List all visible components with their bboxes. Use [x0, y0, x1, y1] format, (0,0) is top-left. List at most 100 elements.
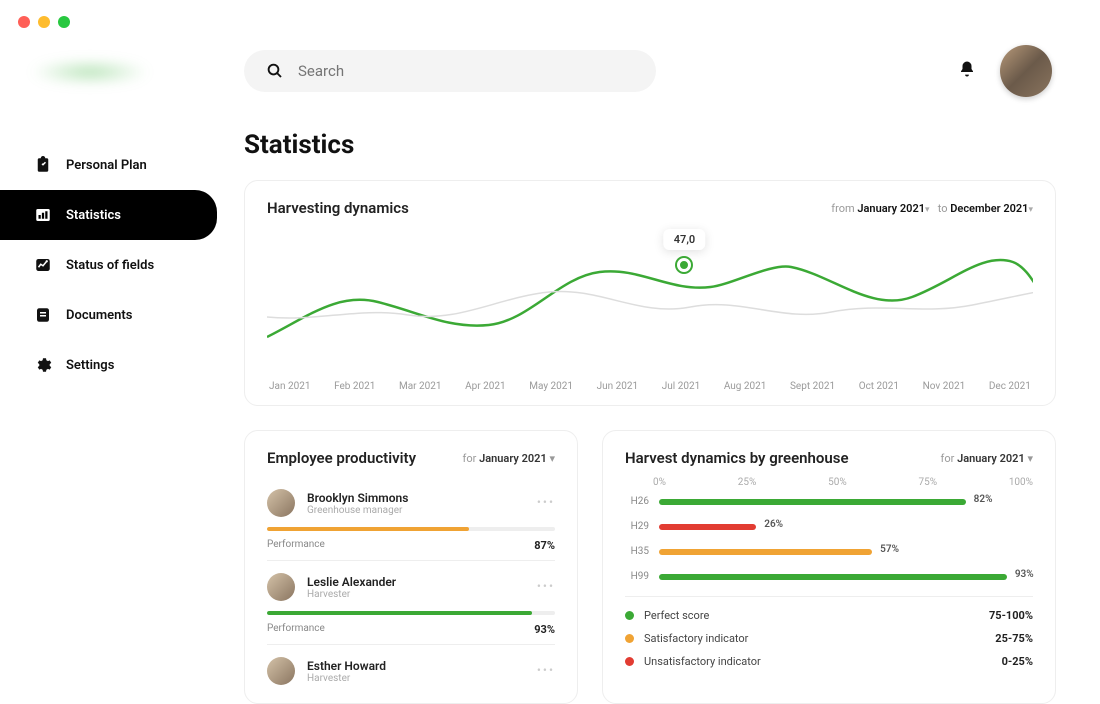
- performance-value: 93%: [534, 623, 555, 636]
- page-title: Statistics: [244, 130, 1056, 160]
- greenhouse-row: H26 82%: [625, 496, 1033, 507]
- card-title: Harvesting dynamics: [267, 199, 409, 217]
- performance-value: 87%: [534, 539, 555, 552]
- topbar: [244, 50, 1052, 92]
- legend-range: 25-75%: [995, 632, 1033, 645]
- from-label: from: [831, 202, 854, 215]
- greenhouse-label: H26: [625, 496, 649, 507]
- employee-avatar: [267, 573, 295, 601]
- chart-marker: [677, 258, 691, 272]
- period-select[interactable]: for January 2021 ▾: [941, 452, 1033, 465]
- card-title: Employee productivity: [267, 449, 416, 467]
- clipboard-icon: [34, 156, 52, 174]
- card-title: Harvest dynamics by greenhouse: [625, 449, 849, 467]
- x-axis-label: Sept 2021: [790, 381, 835, 392]
- more-icon[interactable]: •••: [537, 663, 555, 677]
- sidebar-item-personal-plan[interactable]: Personal Plan: [0, 140, 217, 190]
- chevron-down-icon: ▾: [925, 205, 930, 215]
- search-icon: [266, 62, 284, 80]
- window-controls: [18, 16, 70, 28]
- employee-role: Harvester: [307, 589, 396, 600]
- statistics-icon: [34, 206, 52, 224]
- greenhouse-value: 82%: [974, 494, 993, 505]
- employee-role: Harvester: [307, 673, 386, 684]
- harvest-chart: 47,0: [267, 237, 1033, 367]
- performance-label: Performance: [267, 623, 325, 636]
- period-select[interactable]: for January 2021 ▾: [463, 452, 555, 465]
- x-axis-label: Dec 2021: [989, 381, 1031, 392]
- to-label: to: [938, 202, 948, 215]
- legend-row: Unsatisfactory indicator 0-25%: [625, 655, 1033, 668]
- from-date-select[interactable]: January 2021: [857, 202, 925, 215]
- legend-row: Perfect score75-100%: [625, 609, 1033, 622]
- more-icon[interactable]: •••: [537, 579, 555, 593]
- chevron-down-icon: ▾: [1027, 452, 1033, 465]
- employee-avatar: [267, 489, 295, 517]
- greenhouse-label: H99: [625, 571, 649, 582]
- harvesting-dynamics-card: Harvesting dynamics from January 2021▾ t…: [244, 180, 1056, 406]
- legend: Perfect score75-100% Satisfactory indicat…: [625, 596, 1033, 668]
- search-input[interactable]: [298, 62, 634, 80]
- document-icon: [34, 306, 52, 324]
- sidebar-item-label: Personal Plan: [66, 158, 147, 173]
- axis-tick: 100%: [1009, 477, 1033, 488]
- gear-icon: [34, 356, 52, 374]
- legend-row: Satisfactory indicator 25-75%: [625, 632, 1033, 645]
- greenhouse-label: H29: [625, 521, 649, 532]
- greenhouse-value: 26%: [764, 519, 783, 530]
- x-axis: Jan 2021Feb 2021Mar 2021Apr 2021May 2021…: [267, 381, 1033, 392]
- sidebar-item-status-of-fields[interactable]: Status of fields: [0, 240, 217, 290]
- chevron-down-icon: ▾: [1028, 205, 1033, 215]
- x-axis-label: Jul 2021: [662, 381, 700, 392]
- performance-bar: [267, 611, 555, 615]
- employee-name: Leslie Alexander: [307, 575, 396, 589]
- x-axis-label: Nov 2021: [923, 381, 966, 392]
- greenhouse-row: H99 93%: [625, 571, 1033, 582]
- bell-icon[interactable]: [958, 60, 976, 82]
- greenhouse-bar: 26%: [659, 524, 1033, 530]
- x-axis-label: Oct 2021: [859, 381, 899, 392]
- logo: [30, 60, 150, 84]
- axis-tick: 50%: [828, 477, 847, 488]
- sidebar-item-label: Settings: [66, 358, 114, 373]
- legend-label: Satisfactory indicator: [644, 632, 748, 645]
- percent-axis: 0%25%50%75%100%: [653, 477, 1033, 488]
- employee-productivity-card: Employee productivity for January 2021 ▾…: [244, 430, 578, 704]
- sidebar-item-statistics[interactable]: Statistics: [0, 190, 217, 240]
- employee-row: Leslie AlexanderHarvester ••• Performance 9…: [267, 560, 555, 636]
- sidebar-item-label: Status of fields: [66, 258, 154, 273]
- main-content: Statistics Harvesting dynamics from Janu…: [244, 130, 1056, 698]
- search-box[interactable]: [244, 50, 656, 92]
- employee-avatar: [267, 657, 295, 685]
- employee-role: Greenhouse manager: [307, 505, 408, 516]
- x-axis-label: Apr 2021: [465, 381, 506, 392]
- x-axis-label: Feb 2021: [334, 381, 375, 392]
- x-axis-label: Aug 2021: [724, 381, 767, 392]
- sidebar-item-settings[interactable]: Settings: [0, 340, 217, 390]
- axis-tick: 25%: [738, 477, 757, 488]
- employee-row: Brooklyn SimmonsGreenhouse manager•••Per…: [267, 477, 555, 552]
- greenhouse-bar: 82%: [659, 499, 1033, 505]
- axis-tick: 0%: [653, 477, 666, 488]
- x-axis-label: Jun 2021: [597, 381, 639, 392]
- legend-label: Unsatisfactory indicator: [644, 655, 761, 668]
- maximize-dot[interactable]: [58, 16, 70, 28]
- greenhouse-bar: 57%: [659, 549, 1033, 555]
- x-axis-label: Mar 2021: [399, 381, 442, 392]
- chart-tooltip: 47,0: [664, 229, 705, 250]
- avatar[interactable]: [1000, 45, 1052, 97]
- sidebar: Personal Plan Statistics Status of field…: [0, 140, 217, 390]
- to-date-select[interactable]: December 2021: [950, 202, 1028, 215]
- employee-row: Esther HowardHarvester•••: [267, 644, 555, 685]
- close-dot[interactable]: [18, 16, 30, 28]
- greenhouse-bar: 93%: [659, 574, 1033, 580]
- legend-range: 0-25%: [1002, 655, 1033, 668]
- greenhouse-row: H29 26%: [625, 521, 1033, 532]
- legend-dot: [625, 634, 634, 643]
- minimize-dot[interactable]: [38, 16, 50, 28]
- sidebar-item-documents[interactable]: Documents: [0, 290, 217, 340]
- greenhouse-value: 57%: [880, 544, 899, 555]
- more-icon[interactable]: •••: [537, 495, 555, 509]
- greenhouse-card: Harvest dynamics by greenhouse for Janua…: [602, 430, 1056, 704]
- x-axis-label: Jan 2021: [269, 381, 310, 392]
